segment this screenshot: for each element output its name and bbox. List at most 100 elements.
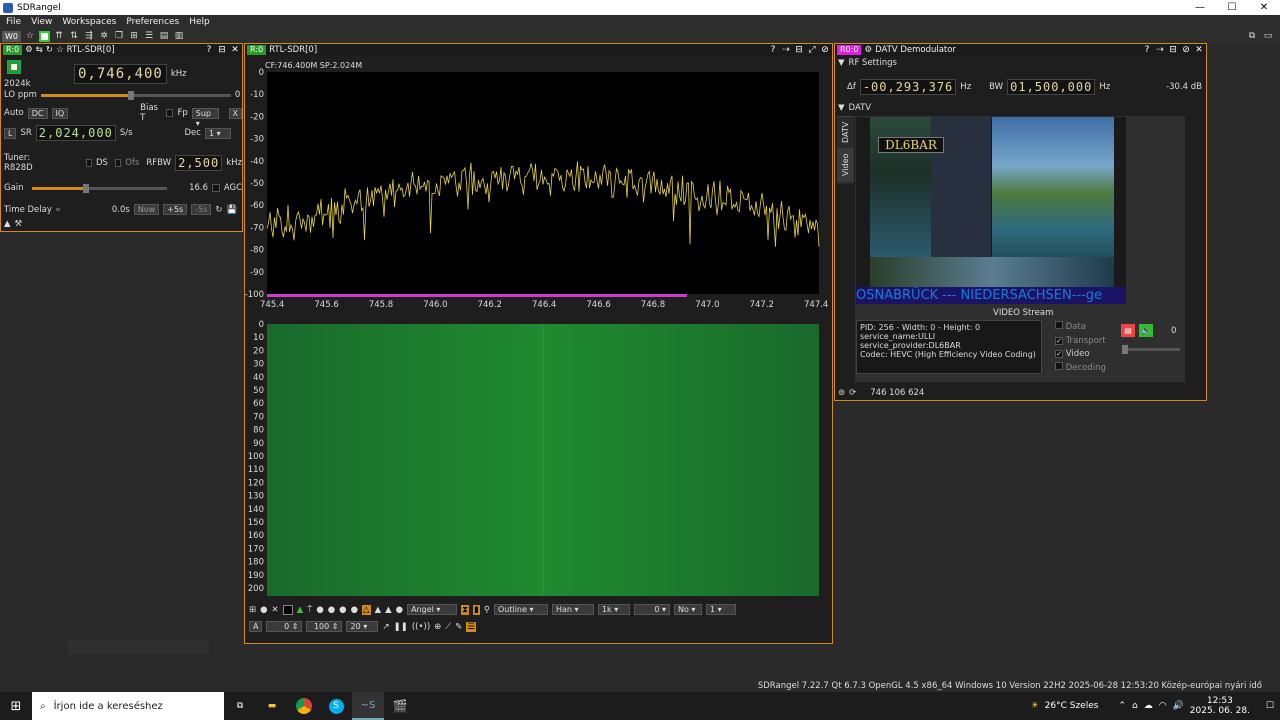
offset-tuning-checkbox[interactable]	[114, 159, 122, 167]
broadcast-icon[interactable]: ((•))	[412, 622, 430, 632]
settings-gear-icon[interactable]: ⚙	[25, 45, 33, 55]
speaker-icon[interactable]: 🔈	[1139, 324, 1153, 337]
avg-select[interactable]: 1 ▾	[705, 604, 736, 615]
rf-bandwidth-dial[interactable]: 2,500	[175, 155, 223, 171]
chrome-icon[interactable]	[288, 698, 320, 714]
notifications-icon[interactable]: ☐	[1266, 701, 1274, 711]
markers-icon[interactable]: ▮	[473, 604, 480, 615]
window-select[interactable]: Han ▾	[551, 604, 594, 615]
spectrum-maximize-icon[interactable]: ⤢	[807, 45, 817, 55]
datv-hide-icon[interactable]: ⊘	[1181, 45, 1191, 55]
minimize-panel-icon[interactable]: ⊟	[217, 45, 227, 55]
plus-5s-button[interactable]: +5s	[163, 204, 188, 215]
spectrum-triangle-icon[interactable]: ▲	[385, 605, 392, 615]
taskbar-clock[interactable]: 12:53 2025. 06. 28.	[1190, 696, 1250, 716]
tab-datv[interactable]: DATV	[837, 116, 854, 148]
audio-volume-slider[interactable]	[1122, 345, 1180, 354]
current-icon[interactable]: ●	[339, 605, 346, 615]
video-checkbox[interactable]: ✓	[1055, 350, 1063, 358]
mode-select[interactable]: Outline ▾	[493, 604, 548, 615]
menu-view[interactable]: View	[25, 17, 56, 27]
datv-index-badge[interactable]: R0:0	[837, 45, 862, 55]
datv-shrink-icon[interactable]: ⊟	[1168, 45, 1178, 55]
cloud-icon[interactable]: ☁	[1144, 701, 1153, 711]
lock-button[interactable]: L	[4, 127, 17, 139]
datv-reset-icon[interactable]: ⊚	[838, 388, 845, 398]
clapperboard-icon[interactable]: 🎬	[384, 699, 416, 713]
preset-star-icon[interactable]: ☆	[56, 45, 64, 55]
bias-t-checkbox[interactable]	[166, 109, 174, 117]
file-explorer-icon[interactable]: ▬	[256, 701, 288, 711]
decoding-checkbox[interactable]	[1055, 361, 1063, 370]
decay-select[interactable]: 20 ▾	[346, 621, 379, 632]
save-icon[interactable]: 💾	[227, 205, 238, 215]
dc-correction-button[interactable]: DC	[27, 107, 48, 119]
overlap-spin[interactable]: 0 ▾	[633, 604, 670, 615]
replay-loop-icon[interactable]: ↻	[215, 205, 222, 215]
task-view-icon[interactable]: ⧉	[224, 701, 256, 711]
range-spin[interactable]: 100 ⇕	[306, 621, 343, 632]
data-checkbox[interactable]	[1055, 321, 1063, 329]
record-button[interactable]: ▤	[1121, 324, 1135, 337]
device-index-badge[interactable]: R:0	[3, 45, 23, 55]
skype-icon[interactable]: S	[320, 698, 352, 714]
workspace-badge[interactable]: W0	[2, 30, 21, 42]
close-button[interactable]: ✕	[1248, 0, 1280, 15]
add-rx-device-icon[interactable]: ⇈	[53, 31, 65, 42]
tab-video[interactable]: Video	[837, 148, 854, 182]
lo-ppm-slider[interactable]	[40, 90, 231, 100]
spectrum-hide-icon[interactable]: ⊘	[820, 45, 830, 55]
add-mimo-device-icon[interactable]: ⇶	[83, 31, 95, 42]
spectrum-help-icon[interactable]: ?	[768, 45, 778, 55]
gain-slider[interactable]	[31, 183, 168, 193]
peak-icon[interactable]: △	[362, 604, 371, 615]
menu-file[interactable]: File	[0, 17, 25, 27]
minus-5s-button[interactable]: -5s	[191, 204, 212, 215]
sdrangel-taskbar-icon[interactable]: ~S	[352, 692, 384, 720]
spectrum-display[interactable]: 0 -10 -20 -30 -40 -50 -60 -70 -80 -90 -100 745.4 74…	[245, 57, 832, 614]
datv-help-icon[interactable]: ?	[1142, 45, 1152, 55]
network-icon[interactable]: ⌂	[1132, 701, 1138, 711]
star-icon[interactable]: ☆	[24, 31, 36, 42]
weather-sun-icon[interactable]: ☀	[1031, 701, 1039, 711]
datv-move-icon[interactable]: ⇢	[1155, 45, 1165, 55]
spectrum-index-badge[interactable]: R:0	[247, 45, 267, 55]
now-button[interactable]: Now	[133, 204, 160, 215]
time-delay-slider[interactable]	[55, 208, 60, 211]
change-device-icon[interactable]: ⇆	[36, 45, 43, 55]
waterfall-icon[interactable]: ●	[351, 605, 358, 615]
close-panel-icon[interactable]: ✕	[230, 45, 240, 55]
pause-icon[interactable]: ❚❚	[394, 622, 408, 632]
stack-windows-icon[interactable]: ☰	[143, 31, 155, 42]
cascade-windows-icon[interactable]: ❐	[113, 31, 125, 42]
menu-help[interactable]: Help	[183, 17, 214, 27]
antenna-icon[interactable]: ⍑	[307, 605, 312, 615]
stack-rows-icon[interactable]: ▥	[173, 31, 185, 42]
list-icon[interactable]: ☰	[466, 621, 476, 632]
minimize-button[interactable]: —	[1184, 0, 1216, 15]
taskbar-search-box[interactable]: ⌕ Írjon ide a kereséshez	[32, 692, 224, 720]
sample-rate-dial[interactable]: 2,024,000	[35, 125, 116, 141]
datv-refresh-icon[interactable]: ⟳	[849, 388, 856, 398]
fft-size-select[interactable]: 1k ▾	[597, 604, 630, 615]
avg-mode-select[interactable]: No ▾	[673, 604, 702, 615]
volume-icon[interactable]: 🔊	[1173, 701, 1184, 711]
device-start-button[interactable]	[7, 60, 21, 74]
fp-select[interactable]: Sup ▾	[191, 107, 219, 128]
palette-select[interactable]: Angel ▾	[407, 604, 458, 615]
bandwidth-dial[interactable]: 01,500,000	[1007, 79, 1096, 95]
datv-settings-gear-icon[interactable]: ⚙	[864, 45, 872, 55]
undock-icon[interactable]: ⧉	[1246, 31, 1258, 42]
spectrum-shrink-icon[interactable]: ⊟	[794, 45, 804, 55]
windows-start-icon[interactable]: ⊞	[0, 699, 32, 714]
agc-checkbox[interactable]	[212, 184, 220, 192]
ref-level-spin[interactable]: 0 ⇕	[266, 621, 303, 632]
help-icon[interactable]: ?	[204, 45, 214, 55]
color-icon[interactable]	[282, 604, 293, 615]
wifi-icon[interactable]: ◠	[1159, 701, 1167, 711]
add-feature-icon[interactable]: ✲	[98, 31, 110, 42]
tray-chevron-icon[interactable]: ⌃	[1118, 701, 1126, 711]
wand-icon[interactable]: ✎	[455, 622, 462, 632]
tools-icon[interactable]: ⚒	[15, 219, 23, 229]
tile-windows-icon[interactable]: ⊞	[128, 31, 140, 42]
